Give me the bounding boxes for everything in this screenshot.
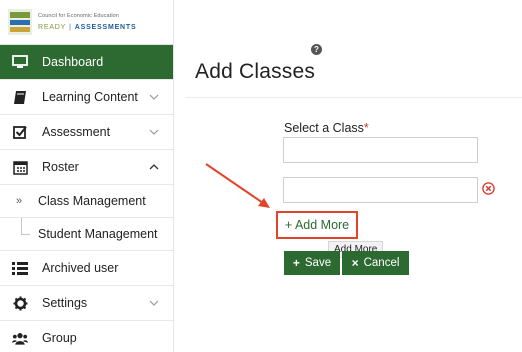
tree-line <box>21 218 22 234</box>
sidebar: Dashboard Learning Content Assessment Ro… <box>0 45 174 352</box>
tree-branch <box>21 234 30 235</box>
sidebar-item-label: Learning Content <box>42 90 138 104</box>
sidebar-item-assessment[interactable]: Assessment <box>0 115 173 150</box>
sidebar-item-archived-user[interactable]: Archived user <box>0 251 173 286</box>
remove-field-icon[interactable] <box>482 182 495 195</box>
checkbox-icon <box>12 124 28 140</box>
select-class-label: Select a Class* <box>284 121 369 135</box>
help-icon[interactable]: ? <box>311 44 322 55</box>
sidebar-item-group[interactable]: Group <box>0 321 173 352</box>
sidebar-item-learning-content[interactable]: Learning Content <box>0 80 173 115</box>
save-button[interactable]: + Save <box>284 251 340 275</box>
monitor-icon <box>12 54 28 70</box>
active-marker-icon: » <box>15 195 23 207</box>
chevron-down-icon <box>149 94 159 100</box>
add-more-link[interactable]: + Add More <box>276 211 358 239</box>
sidebar-item-label: Group <box>42 331 77 345</box>
sidebar-item-label: Assessment <box>42 125 111 139</box>
logo-mark-icon <box>8 9 32 35</box>
sidebar-item-label: Archived user <box>42 261 119 275</box>
plus-icon: + <box>292 256 300 270</box>
users-icon <box>12 330 28 346</box>
sidebar-item-label: Class Management <box>38 194 146 208</box>
gear-icon <box>12 295 28 311</box>
sidebar-item-roster[interactable]: Roster <box>0 150 173 185</box>
close-icon: × <box>351 256 359 270</box>
sidebar-item-label: Settings <box>42 296 88 310</box>
sidebar-item-label: Roster <box>42 160 79 174</box>
divider <box>185 97 522 98</box>
chevron-down-icon <box>149 300 159 306</box>
required-mark: * <box>363 121 369 135</box>
annotation-arrow-icon <box>205 163 270 208</box>
org-name: Council for Economic Education <box>38 13 119 19</box>
chevron-up-icon <box>149 164 159 170</box>
product-name: READY | ASSESSMENTS <box>38 24 137 31</box>
sidebar-item-settings[interactable]: Settings <box>0 286 173 321</box>
chevron-down-icon <box>149 129 159 135</box>
class-input-1[interactable] <box>283 137 478 163</box>
book-icon <box>12 89 28 105</box>
page-title: Add Classes <box>195 60 316 83</box>
class-input-2[interactable] <box>283 177 478 203</box>
cancel-button[interactable]: × Cancel <box>342 251 409 275</box>
sidebar-subitem-class-management[interactable]: » Class Management <box>0 185 173 218</box>
sidebar-item-label: Dashboard <box>42 55 104 69</box>
sidebar-item-dashboard[interactable]: Dashboard <box>0 45 173 80</box>
brand-logo[interactable]: Council for Economic Education READY | ASS… <box>0 0 174 45</box>
sidebar-item-label: Student Management <box>38 227 158 241</box>
sidebar-subitem-student-management[interactable]: Student Management <box>0 218 173 251</box>
list-icon <box>12 260 28 276</box>
calendar-icon <box>12 159 28 175</box>
